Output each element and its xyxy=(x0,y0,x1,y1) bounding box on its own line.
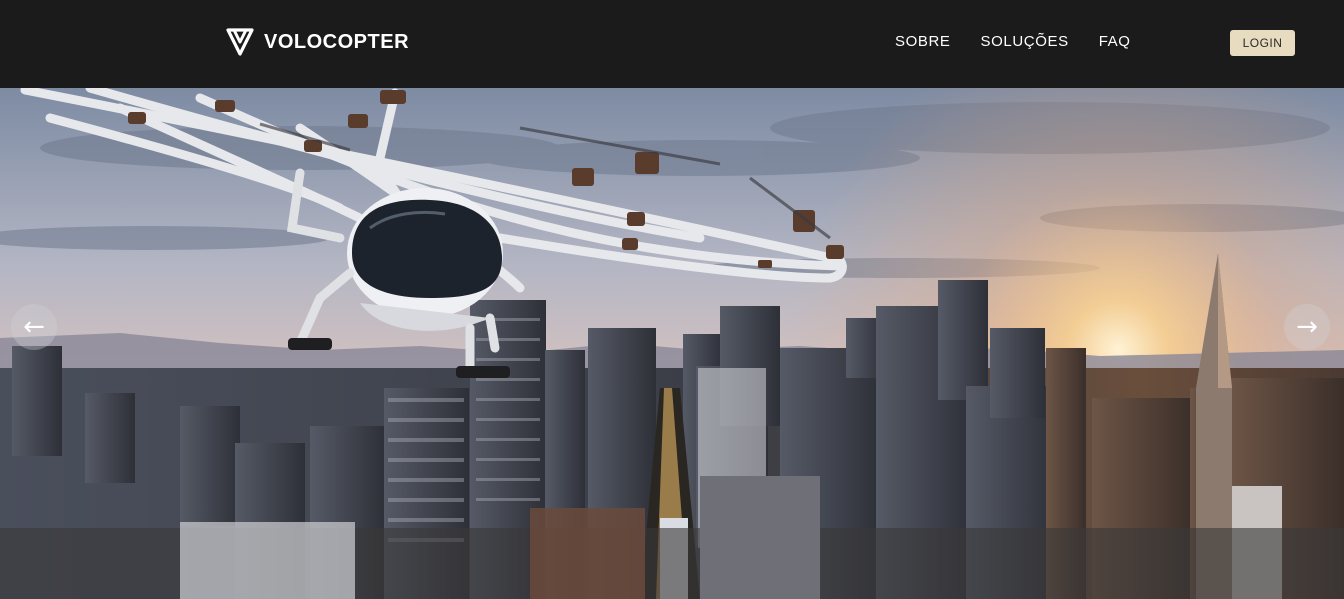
hero-carousel: ← → xyxy=(0,88,1344,599)
arrow-left-icon: ← xyxy=(23,312,45,342)
carousel-next-button[interactable]: → xyxy=(1284,304,1330,350)
brand-name: VOLOCOPTER xyxy=(264,30,410,53)
login-button[interactable]: LOGIN xyxy=(1230,30,1295,56)
volocopter-logo-icon xyxy=(226,28,254,56)
top-navigation-bar: VOLOCOPTER SOBRE SOLUÇÕES FAQ LOGIN xyxy=(0,0,1344,88)
main-nav: SOBRE SOLUÇÕES FAQ xyxy=(895,33,1131,50)
arrow-right-icon: → xyxy=(1296,312,1318,342)
brand-logo-link[interactable]: VOLOCOPTER xyxy=(224,26,409,58)
hero-image xyxy=(0,88,1344,599)
nav-item-sobre[interactable]: SOBRE xyxy=(895,33,951,50)
carousel-prev-button[interactable]: ← xyxy=(11,304,57,350)
nav-item-faq[interactable]: FAQ xyxy=(1099,33,1131,50)
nav-item-solucoes[interactable]: SOLUÇÕES xyxy=(981,33,1069,50)
